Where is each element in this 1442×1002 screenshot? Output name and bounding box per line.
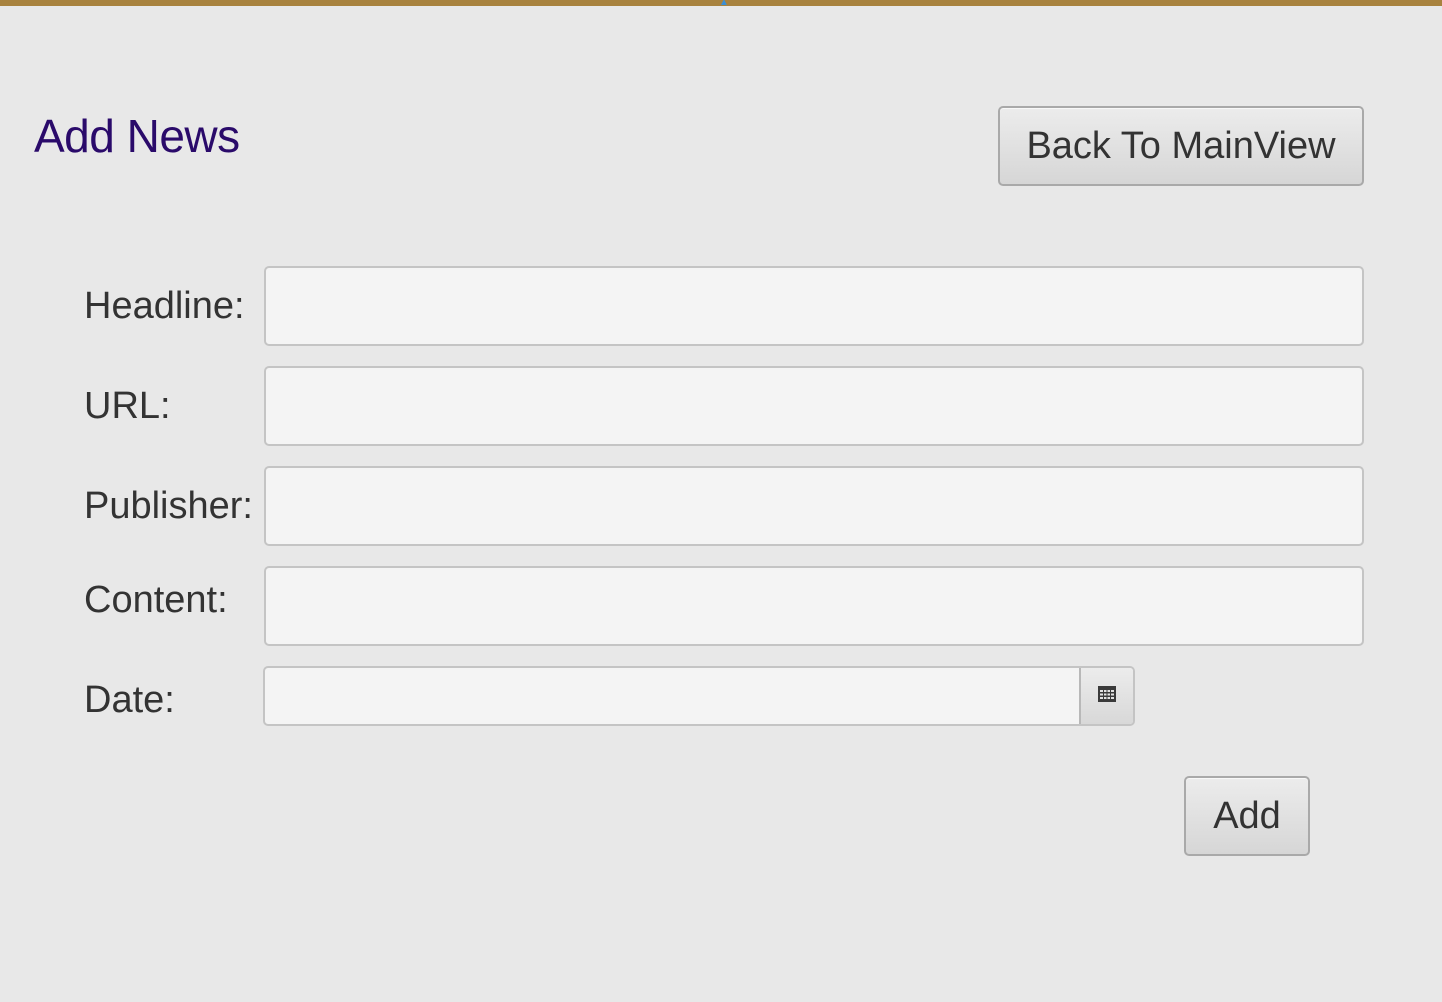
headline-field[interactable] <box>264 266 1364 346</box>
top-center-marker-icon: ▲ <box>719 0 729 8</box>
calendar-icon <box>1098 685 1116 707</box>
date-label: Date: <box>84 679 175 721</box>
publisher-field[interactable] <box>264 466 1364 546</box>
headline-label: Headline: <box>84 285 245 327</box>
date-picker <box>263 666 1135 726</box>
back-to-mainview-button[interactable]: Back To MainView <box>998 106 1364 186</box>
date-picker-button[interactable] <box>1079 668 1133 724</box>
url-field[interactable] <box>264 366 1364 446</box>
date-field[interactable] <box>265 668 1079 724</box>
publisher-label: Publisher: <box>84 485 253 527</box>
page-title: Add News <box>34 110 240 162</box>
url-label: URL: <box>84 385 171 427</box>
content-label: Content: <box>84 579 228 621</box>
add-button[interactable]: Add <box>1184 776 1310 856</box>
content-field[interactable] <box>264 566 1364 646</box>
